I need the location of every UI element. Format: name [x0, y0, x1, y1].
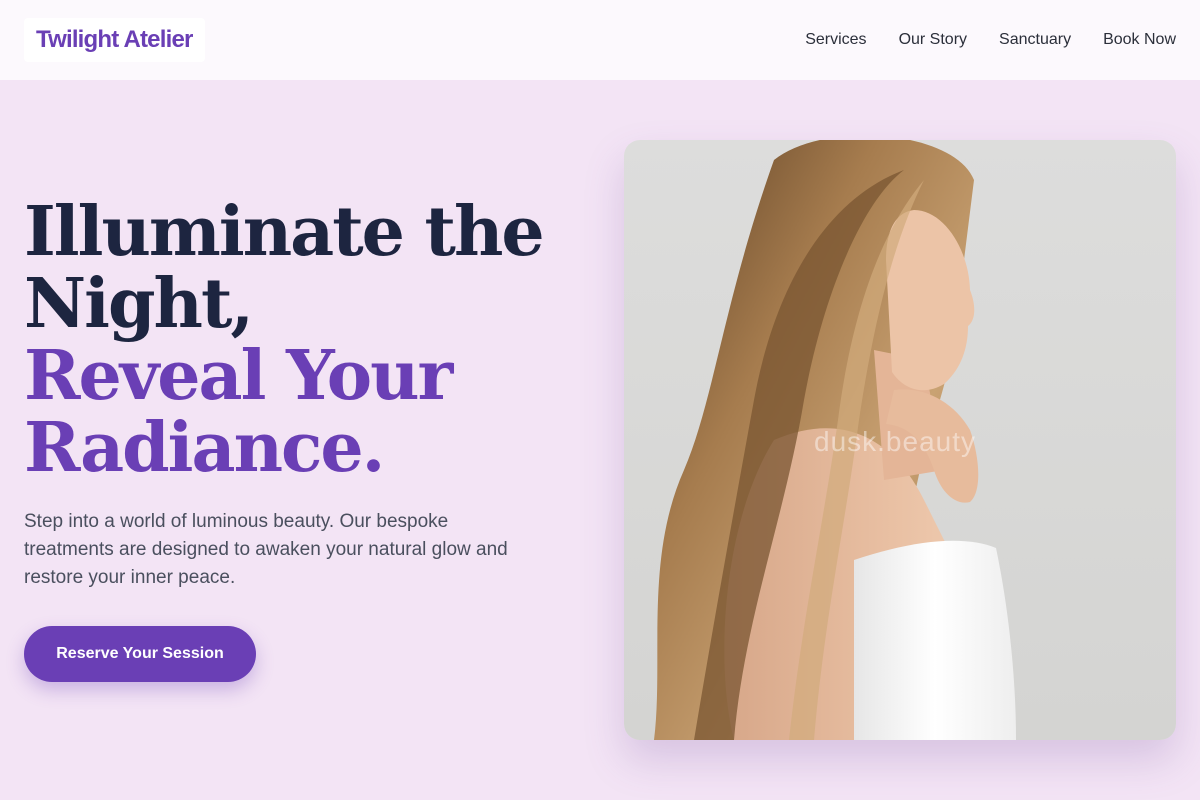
nav-link-book-now[interactable]: Book Now — [1103, 31, 1176, 49]
hero-headline: Illuminate the Night, Reveal Your Radian… — [24, 196, 564, 484]
nav-link-sanctuary[interactable]: Sanctuary — [999, 31, 1071, 49]
main-nav: Services Our Story Sanctuary Book Now — [805, 31, 1176, 49]
hero-text: Illuminate the Night, Reveal Your Radian… — [24, 196, 564, 592]
reserve-session-button[interactable]: Reserve Your Session — [24, 626, 256, 682]
site-header: Twilight Atelier Services Our Story Sanc… — [0, 0, 1200, 80]
headline-line-2: Night, — [24, 264, 254, 344]
headline-line-3: Reveal Your — [24, 336, 453, 416]
hero-subtitle: Step into a world of luminous beauty. Ou… — [24, 511, 508, 588]
nav-link-services[interactable]: Services — [805, 31, 866, 49]
brand-logo[interactable]: Twilight Atelier — [24, 18, 205, 62]
hero-photo: dusk.beauty — [624, 140, 1176, 740]
headline-line-4: Radiance. — [24, 408, 385, 488]
photo-watermark: dusk.beauty — [814, 426, 976, 457]
headline-line-1: Illuminate the — [24, 192, 545, 272]
nav-link-our-story[interactable]: Our Story — [899, 31, 967, 49]
